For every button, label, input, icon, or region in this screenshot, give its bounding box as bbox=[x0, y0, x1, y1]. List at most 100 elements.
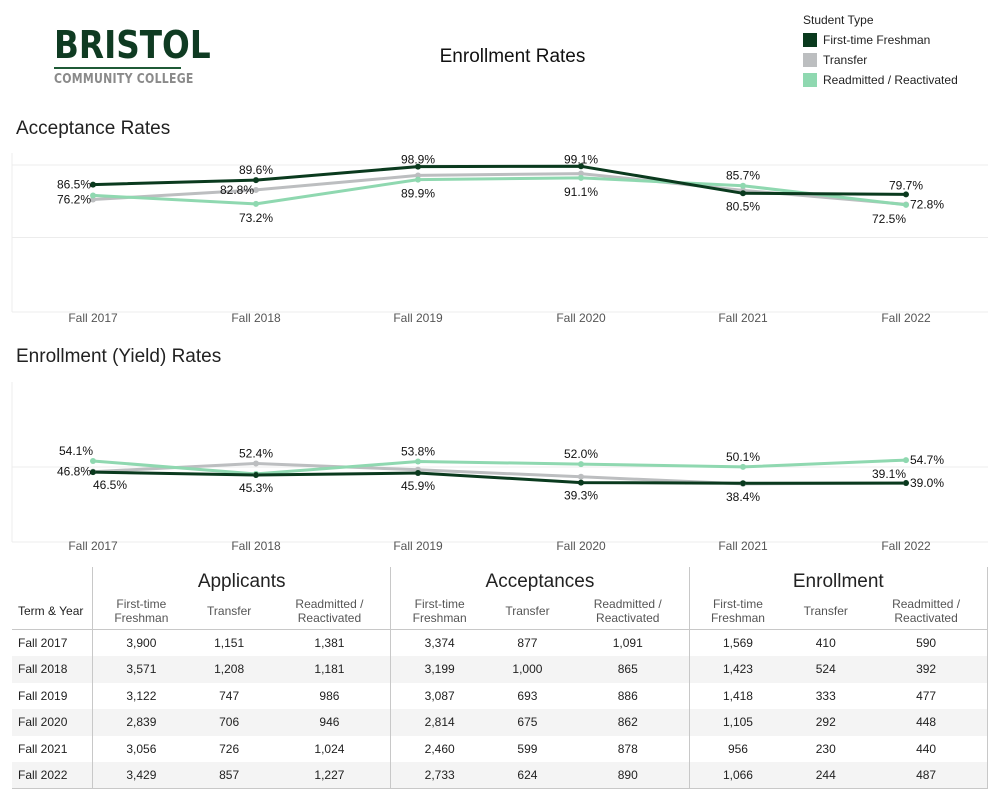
value-cell: 956 bbox=[727, 741, 748, 756]
value-cell: 230 bbox=[815, 741, 836, 756]
value-cell: 3,900 bbox=[126, 636, 157, 650]
value-cell: 333 bbox=[815, 688, 836, 703]
data-label: 52.4% bbox=[239, 446, 273, 460]
data-label: 76.2% bbox=[57, 193, 91, 207]
legend-item-transfer[interactable]: Transfer bbox=[803, 50, 958, 70]
value-cell: 590 bbox=[865, 629, 989, 656]
table-row: Fall 2020 2,839 706 946 2,814 675 862 1,105 292 4… bbox=[12, 709, 989, 736]
value-cell: 292 bbox=[815, 715, 836, 730]
legend-item-readmitted[interactable]: Readmitted / Reactivated bbox=[803, 70, 958, 90]
data-point[interactable] bbox=[903, 457, 909, 464]
data-point[interactable] bbox=[253, 472, 259, 479]
term-year-header: Term & Year bbox=[12, 593, 93, 630]
value-cell: 877 bbox=[517, 636, 538, 650]
x-tick-label: Fall 2021 bbox=[718, 311, 768, 325]
value-cell: 3,571 bbox=[126, 662, 157, 677]
value-cell: 244 bbox=[786, 762, 866, 789]
data-label: 52.0% bbox=[564, 447, 598, 461]
group-header-enrollment: Enrollment bbox=[689, 567, 989, 593]
value-cell: 862 bbox=[566, 709, 690, 736]
data-label: 89.6% bbox=[239, 163, 273, 177]
legend-label: Readmitted / Reactivated bbox=[823, 73, 958, 87]
data-point[interactable] bbox=[740, 480, 746, 487]
column-header: Transfer bbox=[786, 593, 866, 630]
data-point[interactable] bbox=[415, 458, 421, 465]
data-point[interactable] bbox=[90, 458, 96, 465]
table-row: Fall 2021 3,056 726 1,024 2,460 599 878 956 230 4… bbox=[12, 735, 989, 762]
value-cell: 624 bbox=[488, 762, 567, 789]
value-cell: 726 bbox=[219, 741, 240, 756]
data-label: 73.2% bbox=[239, 211, 273, 225]
data-label: 89.9% bbox=[401, 187, 435, 201]
group-header-acceptances: Acceptances bbox=[390, 567, 690, 593]
value-cell: 1,105 bbox=[722, 715, 753, 730]
value-cell: 986 bbox=[268, 682, 392, 709]
data-point[interactable] bbox=[415, 176, 421, 183]
group-header-applicants: Applicants bbox=[92, 567, 392, 593]
data-label: 54.7% bbox=[910, 453, 944, 467]
data-point[interactable] bbox=[740, 182, 746, 189]
data-point[interactable] bbox=[578, 479, 584, 486]
value-cell: 487 bbox=[865, 762, 989, 789]
column-header: Transfer bbox=[189, 593, 269, 630]
data-point[interactable] bbox=[253, 200, 259, 207]
value-cell: 1,181 bbox=[268, 656, 392, 683]
value-cell: 3,199 bbox=[424, 662, 455, 677]
data-point[interactable] bbox=[740, 463, 746, 470]
data-label: 79.7% bbox=[889, 178, 923, 192]
yield-rates-title: Enrollment (Yield) Rates bbox=[16, 346, 222, 367]
x-tick-label: Fall 2018 bbox=[231, 539, 281, 553]
data-point[interactable] bbox=[578, 174, 584, 181]
legend-item-first-time-freshman[interactable]: First-time Freshman bbox=[803, 30, 958, 50]
value-cell: 524 bbox=[815, 662, 836, 677]
x-tick-label: Fall 2019 bbox=[393, 311, 443, 325]
x-tick-label: Fall 2020 bbox=[556, 311, 606, 325]
data-label: 46.5% bbox=[93, 478, 127, 492]
value-cell: 2,733 bbox=[390, 762, 489, 789]
column-header: First-time Freshman bbox=[689, 593, 787, 630]
column-header: First-time Freshman bbox=[92, 593, 190, 630]
data-point[interactable] bbox=[578, 473, 584, 480]
legend-label: First-time Freshman bbox=[823, 33, 931, 47]
logo-subtitle: COMMUNITY COLLEGE bbox=[54, 72, 194, 87]
term-cell: Fall 2017 bbox=[12, 629, 93, 656]
data-point[interactable] bbox=[740, 190, 746, 197]
value-cell: 1,418 bbox=[722, 688, 753, 703]
data-label: 91.1% bbox=[564, 185, 598, 199]
legend-swatch bbox=[803, 53, 817, 67]
value-cell: 392 bbox=[865, 656, 989, 683]
data-label: 80.5% bbox=[726, 199, 760, 213]
x-tick-label: Fall 2021 bbox=[718, 539, 768, 553]
term-header-spacer bbox=[12, 567, 93, 593]
data-point[interactable] bbox=[415, 469, 421, 476]
data-point[interactable] bbox=[578, 461, 584, 468]
x-tick-label: Fall 2017 bbox=[68, 539, 118, 553]
data-point[interactable] bbox=[903, 201, 909, 208]
value-cell: 1,227 bbox=[268, 762, 392, 789]
acceptance-rates-title: Acceptance Rates bbox=[16, 118, 171, 139]
x-tick-label: Fall 2019 bbox=[393, 539, 443, 553]
data-label: 46.8% bbox=[57, 465, 91, 479]
term-cell: Fall 2018 bbox=[12, 656, 93, 683]
data-point[interactable] bbox=[903, 480, 909, 487]
term-cell: Fall 2020 bbox=[12, 709, 93, 736]
value-cell: 857 bbox=[189, 762, 269, 789]
value-cell: 946 bbox=[268, 709, 392, 736]
value-cell: 747 bbox=[219, 688, 240, 703]
value-cell: 706 bbox=[219, 715, 240, 730]
data-label: 39.3% bbox=[564, 489, 598, 503]
data-label: 45.3% bbox=[239, 481, 273, 495]
data-point[interactable] bbox=[253, 460, 259, 467]
data-label: 39.1% bbox=[872, 467, 906, 481]
value-cell: 1,208 bbox=[214, 662, 245, 677]
acceptance-rates-chart: Fall 2017 Fall 2018 Fall 2019 Fall 2020 Fall… bbox=[11, 152, 988, 325]
value-cell: 410 bbox=[815, 636, 836, 650]
data-label: 72.5% bbox=[872, 212, 906, 226]
value-cell: 675 bbox=[517, 715, 538, 730]
value-cell: 3,087 bbox=[424, 688, 455, 703]
data-label: 38.4% bbox=[726, 490, 760, 504]
data-label: 98.9% bbox=[401, 153, 435, 167]
column-header: Readmitted / Reactivated bbox=[865, 593, 989, 630]
yield-rates-chart: Fall 2017 Fall 2018 Fall 2019 Fall 2020 Fall… bbox=[11, 382, 988, 553]
legend-swatch bbox=[803, 73, 817, 87]
